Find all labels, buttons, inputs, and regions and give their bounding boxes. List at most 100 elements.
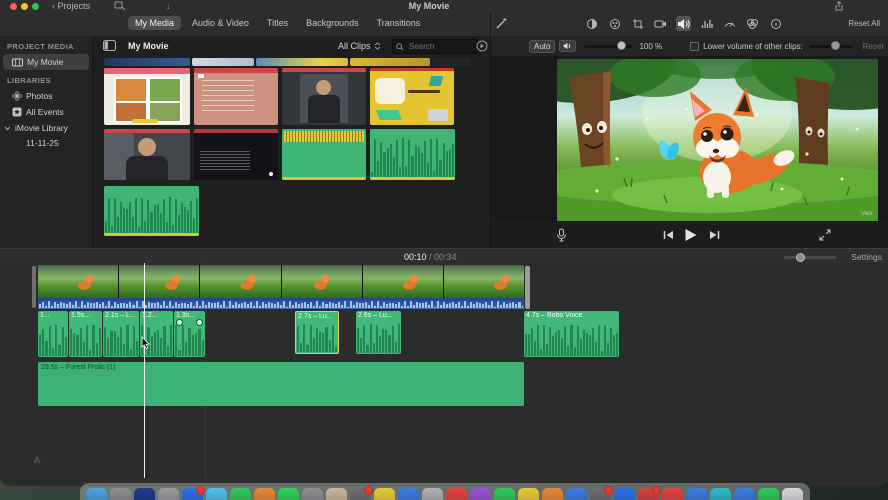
- back-to-projects-button[interactable]: ‹ Projects: [52, 1, 90, 11]
- auto-volume-button[interactable]: Auto: [529, 39, 556, 53]
- clips-filter-dropdown[interactable]: All Clips: [338, 41, 381, 51]
- dock-app-icon[interactable]: [614, 488, 635, 500]
- search-input[interactable]: [407, 41, 471, 52]
- video-audio-waveform[interactable]: [38, 298, 524, 309]
- dock-app-icon[interactable]: [326, 488, 347, 500]
- stabilization-icon[interactable]: [653, 16, 668, 31]
- dock-app-icon[interactable]: [518, 488, 539, 500]
- media-thumbnail[interactable]: [256, 58, 348, 66]
- share-icon[interactable]: [834, 1, 844, 11]
- media-thumbnail[interactable]: [350, 58, 430, 66]
- tab-titles[interactable]: Titles: [260, 16, 295, 30]
- tab-my-media[interactable]: My Media: [128, 16, 182, 30]
- dock-app-icon[interactable]: [758, 488, 779, 500]
- media-thumbnail[interactable]: [194, 129, 278, 180]
- fullscreen-icon[interactable]: [819, 229, 831, 241]
- color-correction-icon[interactable]: [607, 16, 622, 31]
- dock-app-icon[interactable]: [638, 486, 661, 500]
- sidebar-item-event-date[interactable]: 11-11-25: [0, 136, 92, 150]
- play-button[interactable]: [684, 228, 697, 242]
- color-balance-icon[interactable]: [584, 16, 599, 31]
- tab-transitions[interactable]: Transitions: [370, 16, 428, 30]
- video-clip-filmstrip[interactable]: [38, 265, 525, 298]
- clip-filter-circle-icon[interactable]: [476, 40, 488, 52]
- media-thumbnail[interactable]: [104, 129, 190, 180]
- dock-app-icon[interactable]: [494, 488, 515, 500]
- tab-backgrounds[interactable]: Backgrounds: [299, 16, 366, 30]
- tab-audio-video[interactable]: Audio & Video: [185, 16, 256, 30]
- toggle-sidebar-icon[interactable]: [103, 40, 116, 51]
- mute-button[interactable]: [559, 40, 577, 52]
- enhance-wand-icon[interactable]: [495, 17, 508, 30]
- sidebar-item-imovie-library[interactable]: iMovie Library: [0, 120, 92, 136]
- dock-app-icon[interactable]: [134, 488, 155, 500]
- dock-app-icon[interactable]: [470, 488, 491, 500]
- media-thumbnail[interactable]: [370, 68, 454, 125]
- dock-app-icon[interactable]: [86, 488, 107, 500]
- lower-volume-slider[interactable]: [808, 41, 853, 50]
- clip-filter-icon[interactable]: [745, 16, 760, 31]
- media-thumbnail[interactable]: [104, 186, 199, 236]
- sidebar-item-my-movie[interactable]: My Movie: [3, 54, 89, 70]
- audio-clip[interactable]: 1...: [38, 311, 68, 357]
- dock-app-icon[interactable]: [278, 488, 299, 500]
- dock-app-icon[interactable]: [110, 488, 131, 500]
- dock-app-icon[interactable]: [446, 488, 467, 500]
- zoom-window-icon[interactable]: [32, 3, 39, 10]
- sidebar-item-photos[interactable]: Photos: [0, 88, 92, 104]
- fade-handle[interactable]: [196, 319, 203, 326]
- dock-app-icon[interactable]: [230, 488, 251, 500]
- dock-app-icon[interactable]: [566, 488, 587, 500]
- dock-app-icon[interactable]: [374, 488, 395, 500]
- dock-app-icon[interactable]: [686, 488, 707, 500]
- media-thumbnail[interactable]: [282, 68, 366, 125]
- media-thumbnail[interactable]: [104, 58, 190, 66]
- speed-icon[interactable]: [722, 16, 737, 31]
- volume-icon[interactable]: [676, 16, 691, 31]
- noise-reduction-icon[interactable]: [699, 16, 714, 31]
- media-thumbnail[interactable]: [192, 58, 254, 66]
- next-frame-icon[interactable]: [709, 230, 720, 240]
- reset-all-button[interactable]: Reset All: [848, 19, 880, 28]
- dock-app-icon[interactable]: [782, 488, 803, 500]
- audio-clip[interactable]: 2.1s – L...: [103, 311, 139, 357]
- playhead[interactable]: [144, 263, 145, 478]
- media-thumbnail[interactable]: [370, 129, 455, 180]
- dock-app-icon[interactable]: [302, 488, 323, 500]
- minimize-window-icon[interactable]: [21, 3, 28, 10]
- audio-clip[interactable]: 1.3s...: [174, 311, 205, 357]
- dock-app-icon[interactable]: [734, 488, 755, 500]
- dock-app-icon[interactable]: [542, 488, 563, 500]
- download-icon[interactable]: ↓: [166, 1, 171, 11]
- background-music-clip[interactable]: 29.5s – Forest Frolic (1): [38, 362, 524, 406]
- import-media-icon[interactable]: [114, 1, 125, 11]
- dock-app-icon[interactable]: [590, 486, 613, 500]
- audio-clip[interactable]: 1.5s...: [69, 311, 102, 357]
- dock-app-icon[interactable]: [398, 488, 419, 500]
- dock-app-icon[interactable]: [422, 488, 443, 500]
- audio-clip-selected[interactable]: 2.7s – Lu...: [295, 311, 339, 354]
- dock-app-icon[interactable]: [710, 488, 731, 500]
- dock-app-icon[interactable]: [206, 488, 227, 500]
- dock-app-icon[interactable]: [158, 488, 179, 500]
- previous-frame-icon[interactable]: [663, 230, 674, 240]
- sidebar-item-all-events[interactable]: All Events: [0, 104, 92, 120]
- media-thumbnail[interactable]: [432, 58, 470, 66]
- media-thumbnail[interactable]: [194, 68, 278, 125]
- lower-volume-checkbox[interactable]: [690, 41, 700, 51]
- dock-app-icon[interactable]: [350, 486, 373, 500]
- media-thumbnail[interactable]: [104, 68, 190, 125]
- volume-reset-button[interactable]: Reset: [863, 42, 884, 51]
- dock-app-icon[interactable]: [662, 488, 683, 500]
- dock-app-icon[interactable]: [254, 488, 275, 500]
- timeline-settings-button[interactable]: Settings: [851, 252, 882, 262]
- audio-clip[interactable]: 4.7s – Bobo Voice: [524, 311, 619, 357]
- clip-info-icon[interactable]: [768, 16, 783, 31]
- fade-handle[interactable]: [176, 319, 183, 326]
- clip-trim-handle-left[interactable]: [32, 266, 36, 308]
- media-thumbnail[interactable]: [282, 129, 366, 180]
- volume-slider[interactable]: [584, 41, 633, 50]
- audio-clip[interactable]: 2.6s – Lu...: [356, 311, 401, 354]
- crop-icon[interactable]: [630, 16, 645, 31]
- clip-trim-handle-right[interactable]: [525, 266, 530, 309]
